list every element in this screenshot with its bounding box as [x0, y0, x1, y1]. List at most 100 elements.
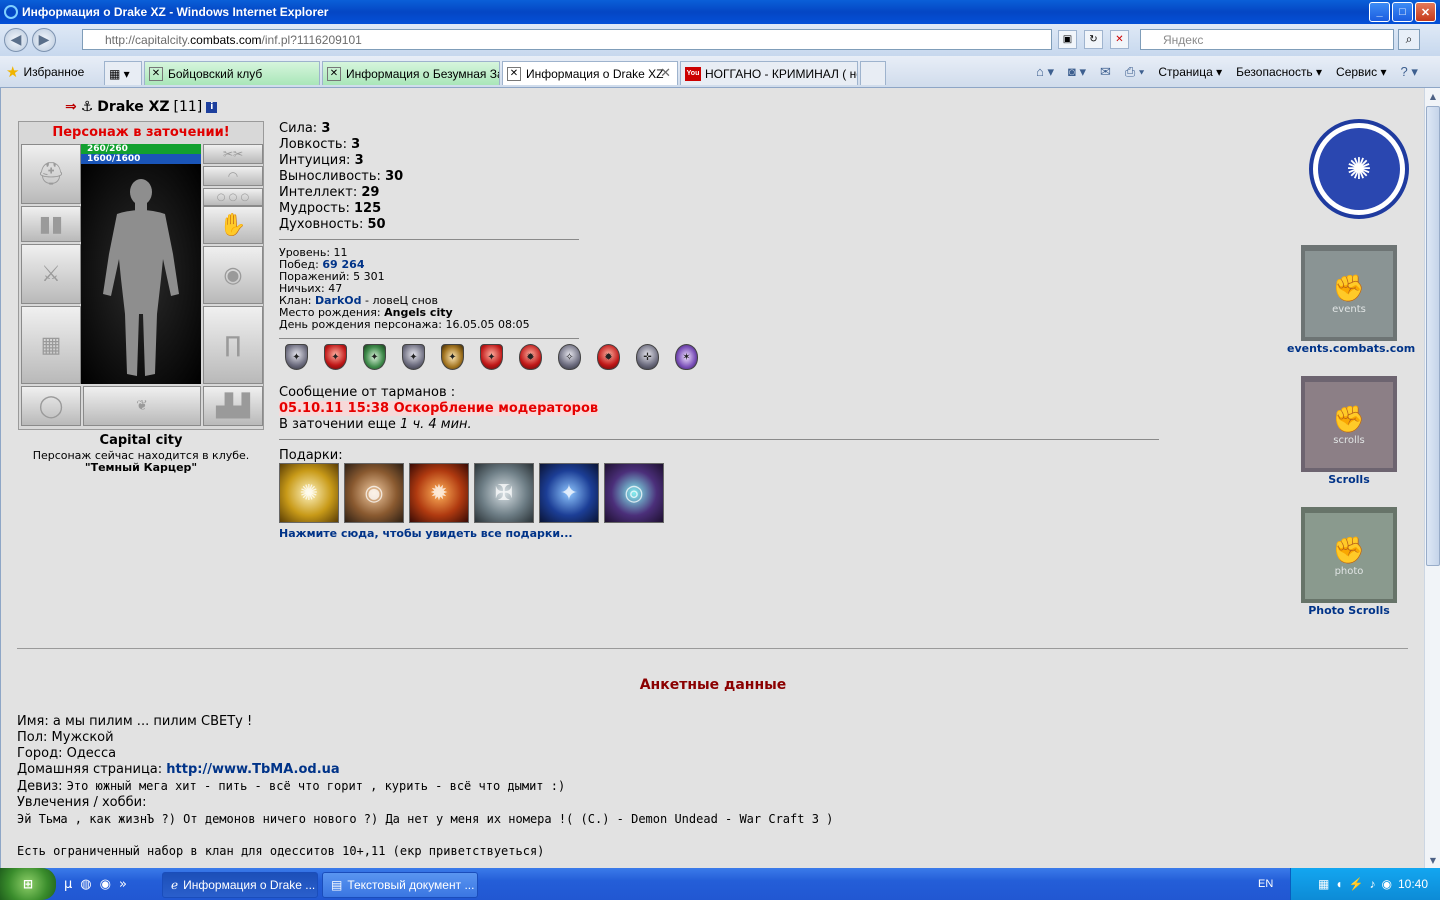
update-icon[interactable]: ◉	[1381, 877, 1391, 891]
new-tab-button[interactable]	[860, 61, 886, 85]
quick-tabs-button[interactable]: ▦ ▾	[104, 61, 142, 85]
boots-slot[interactable]: ▟▟	[203, 386, 263, 426]
photo-scrolls-link[interactable]: Photo Scrolls	[1308, 604, 1390, 617]
url-field[interactable]: http://capitalcity. combats.com/inf.pl?11…	[82, 29, 1052, 50]
compat-view-icon[interactable]: ▣	[1058, 30, 1077, 49]
amulet-slot[interactable]: ◠	[203, 166, 263, 186]
tab-close-icon[interactable]: ✕	[660, 65, 671, 81]
medal-icon[interactable]: ✦	[324, 344, 347, 370]
photo-banner[interactable]: ✊ photo Photo Scrolls	[1287, 507, 1411, 617]
medal-icon[interactable]: ✹	[519, 344, 542, 370]
service-menu[interactable]: Сервис ▾	[1336, 65, 1386, 79]
medal-icon[interactable]: ✦	[402, 344, 425, 370]
gloves-slot[interactable]: ✋	[203, 206, 263, 244]
character-figure	[81, 164, 201, 384]
safety-menu[interactable]: Безопасность ▾	[1236, 65, 1322, 79]
tab-label: Информация о Безумная Зая	[346, 66, 500, 81]
emblem-slot: ❦	[83, 386, 201, 426]
gift-icon[interactable]: ✹	[409, 463, 469, 523]
scrolls-link[interactable]: Scrolls	[1328, 473, 1370, 486]
scroll-down-icon[interactable]: ▼	[1425, 852, 1440, 868]
gift-icon[interactable]: ◉	[344, 463, 404, 523]
events-link[interactable]: events.combats.com	[1287, 342, 1415, 355]
home-icon[interactable]: ⌂ ▾	[1036, 64, 1054, 80]
close-button[interactable]: ✕	[1415, 2, 1436, 22]
weapon-slot[interactable]: ⚔	[21, 244, 81, 304]
favorites-button[interactable]: ★ Избранное	[6, 63, 84, 81]
earrings-slot[interactable]: ✂✂	[203, 144, 263, 164]
belt-slot[interactable]: ◯	[21, 386, 81, 426]
mail-icon[interactable]: ✉	[1100, 64, 1111, 80]
utorrent-icon[interactable]: µ	[64, 877, 72, 892]
gift-icon[interactable]: ✦	[539, 463, 599, 523]
forward-button[interactable]: ▶	[32, 28, 56, 52]
scroll-thumb[interactable]	[1426, 106, 1440, 566]
youtube-icon: You	[685, 66, 701, 81]
bracers-slot[interactable]: ▮▮	[21, 206, 81, 242]
medal-icon[interactable]: ✧	[558, 344, 581, 370]
volume-icon[interactable]: ◖	[1335, 877, 1342, 891]
all-gifts-link[interactable]: Нажмите сюда, чтобы увидеть все подарки.…	[279, 527, 573, 540]
medal-icon[interactable]: ✦	[363, 344, 386, 370]
profile-heading: Анкетные данные	[639, 677, 787, 693]
gift-icon[interactable]: ✠	[474, 463, 534, 523]
search-icon[interactable]: ⌕	[1398, 29, 1420, 50]
start-button[interactable]: ⊞	[0, 868, 56, 900]
rings-slot[interactable]: ○ ○ ○	[203, 188, 263, 206]
gift-icon[interactable]: ✺	[279, 463, 339, 523]
gifts-label: Подарки:	[279, 448, 343, 463]
photo-banner-image: ✊ photo	[1301, 507, 1397, 603]
task-notepad[interactable]: ▤ Текстовый документ ...	[322, 872, 478, 898]
medal-icon[interactable]: ✦	[285, 344, 308, 370]
favorites-label: Избранное	[23, 65, 85, 79]
medal-icon[interactable]: ✛	[636, 344, 659, 370]
vertical-scrollbar[interactable]: ▲ ▼	[1424, 88, 1440, 868]
gift-icon[interactable]: ◎	[604, 463, 664, 523]
refresh-icon[interactable]: ↻	[1084, 30, 1103, 49]
firefox-icon[interactable]: ◉	[100, 877, 111, 892]
info-icon[interactable]: i	[206, 101, 218, 113]
events-banner[interactable]: ✊ events events.combats.com	[1287, 245, 1415, 355]
shield-icon[interactable]: ⚡	[1349, 877, 1364, 891]
scroll-up-icon[interactable]: ▲	[1425, 88, 1440, 104]
tab-fight-club[interactable]: ✕ Бойцовский клуб	[144, 61, 320, 85]
search-input[interactable]: Яндекс	[1140, 29, 1394, 50]
system-tray: ▦ ◖ ⚡ ♪ ◉ 10:40	[1290, 868, 1440, 900]
language-indicator[interactable]: EN	[1258, 878, 1273, 890]
jail-time: В заточении еще 1 ч. 4 мин.	[279, 417, 472, 432]
tab-info-drake[interactable]: ✕ Информация о Drake XZ ✕	[502, 61, 678, 85]
tab-label: Бойцовский клуб	[168, 66, 263, 81]
events-banner-label: events	[1332, 303, 1366, 315]
tab-youtube[interactable]: You НОГГАНО - КРИМИНАЛ ( не...	[680, 61, 858, 85]
rss-icon[interactable]: ◙ ▾	[1068, 64, 1086, 80]
combats-logo[interactable]: ✺	[1309, 119, 1409, 219]
chrome-icon[interactable]: ◍	[80, 877, 91, 892]
arrow-icon[interactable]: ⇒	[65, 99, 77, 115]
help-icon[interactable]: ? ▾	[1401, 64, 1418, 80]
minimize-button[interactable]: _	[1369, 2, 1390, 22]
character-level: [11]	[173, 99, 203, 115]
medal-icon[interactable]: ✦	[441, 344, 464, 370]
stop-icon[interactable]: ✕	[1110, 30, 1129, 49]
homepage-link[interactable]: http://www.TbMA.od.ua	[166, 762, 339, 777]
medal-icon[interactable]: ✹	[597, 344, 620, 370]
leggings-slot[interactable]: ∏	[203, 306, 263, 384]
print-icon[interactable]: ⎙ ▾	[1125, 64, 1144, 80]
speaker-icon[interactable]: ♪	[1369, 877, 1375, 891]
scrolls-banner[interactable]: ✊ scrolls Scrolls	[1287, 376, 1411, 486]
task-ie[interactable]: ℯ Информация о Drake ...	[162, 872, 318, 898]
armor-slot[interactable]: ▦	[21, 306, 81, 384]
network-icon[interactable]: ▦	[1318, 877, 1329, 891]
maximize-button[interactable]: □	[1392, 2, 1413, 22]
more-icon[interactable]: »	[119, 877, 127, 892]
clock[interactable]: 10:40	[1398, 877, 1428, 891]
tab-info-zaya[interactable]: ✕ Информация о Безумная Зая	[322, 61, 500, 85]
profile-motto: Девиз: Это южный мега хит - пить - всё ч…	[17, 779, 566, 794]
back-button[interactable]: ◀	[4, 28, 28, 52]
medal-icon[interactable]: ✶	[675, 344, 698, 370]
page-menu[interactable]: Страница ▾	[1158, 65, 1222, 79]
silhouette-image	[103, 179, 179, 376]
medal-icon[interactable]: ✦	[480, 344, 503, 370]
shield-slot[interactable]: ◉	[203, 246, 263, 304]
helmet-slot[interactable]: ⛑	[21, 144, 81, 204]
